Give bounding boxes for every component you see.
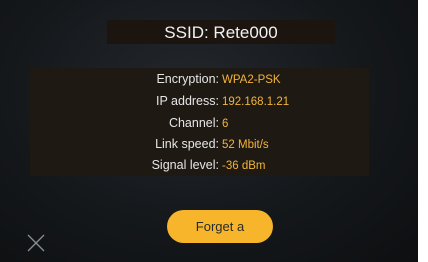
detail-label: Channel: xyxy=(168,116,219,130)
detail-value: 6 xyxy=(222,118,229,130)
detail-row-channel: Channel: 6 xyxy=(0,114,418,134)
page-title: SSID: Rete000 xyxy=(164,23,278,42)
detail-row-link-speed: Link speed: 52 Mbit/s xyxy=(0,135,418,155)
detail-row-signal-level: Signal level: -36 dBm xyxy=(0,156,418,176)
detail-label: Link speed: xyxy=(155,137,219,151)
detail-label: IP address: xyxy=(155,94,219,108)
close-icon[interactable] xyxy=(26,233,46,253)
detail-row-encryption: Encryption: WPA2-PSK xyxy=(0,70,418,90)
detail-value: -36 dBm xyxy=(222,160,266,172)
forget-button[interactable]: Forget a xyxy=(167,210,273,243)
detail-row-ip-address: IP address: 192.168.1.21 xyxy=(0,92,418,112)
detail-value: 52 Mbit/s xyxy=(222,139,269,151)
detail-label: Signal level: xyxy=(151,158,219,172)
wifi-details-screen: SSID: Rete000 Encryption: WPA2-PSK IP ad… xyxy=(0,0,418,262)
detail-label: Encryption: xyxy=(156,72,219,86)
detail-value: WPA2-PSK xyxy=(222,74,281,86)
detail-value: 192.168.1.21 xyxy=(222,96,290,108)
